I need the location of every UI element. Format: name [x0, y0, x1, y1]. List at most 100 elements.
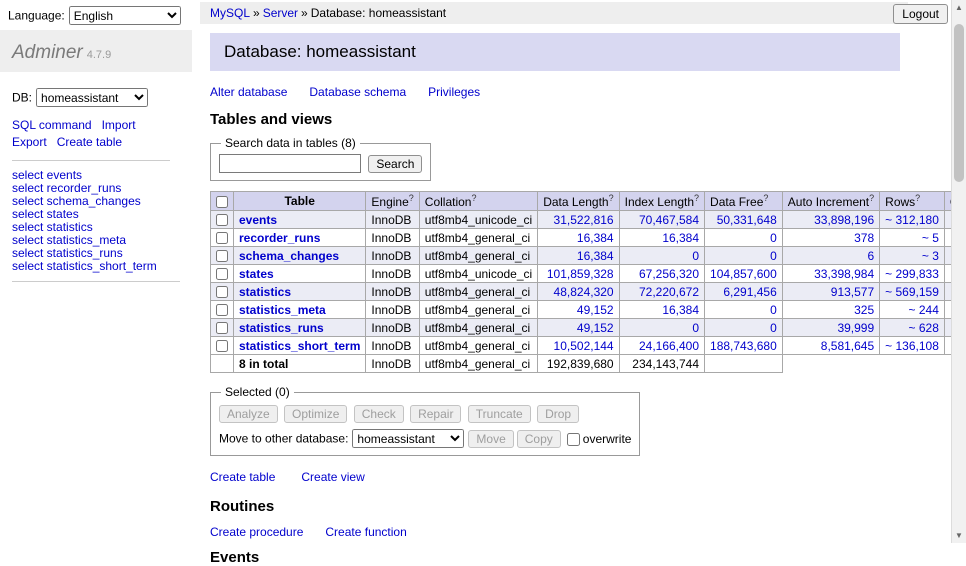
drop-button[interactable]: Drop — [537, 405, 579, 423]
data-free-link[interactable]: 0 — [770, 249, 777, 263]
language-select[interactable]: English — [69, 6, 181, 25]
create-procedure-link[interactable]: Create procedure — [210, 525, 303, 539]
data-length-link[interactable]: 49,152 — [577, 303, 614, 317]
data-free-link[interactable]: 104,857,600 — [710, 267, 777, 281]
move-button[interactable]: Move — [468, 430, 513, 448]
auto-increment-link[interactable]: 378 — [854, 231, 874, 245]
data-free-link[interactable]: 188,743,680 — [710, 339, 777, 353]
analyze-button[interactable]: Analyze — [219, 405, 278, 423]
data-free-link[interactable]: 6,291,456 — [723, 285, 776, 299]
create-function-link[interactable]: Create function — [325, 525, 406, 539]
privileges-link[interactable]: Privileges — [428, 85, 480, 99]
rows-count-link[interactable]: ~ 569,159 — [885, 285, 939, 299]
table-link[interactable]: statistics — [239, 285, 291, 299]
sidebar-export-link[interactable]: Export — [12, 134, 47, 151]
copy-button[interactable]: Copy — [517, 430, 561, 448]
create-table-link[interactable]: Create table — [210, 470, 275, 484]
database-schema-link[interactable]: Database schema — [309, 85, 406, 99]
sidebar-import-link[interactable]: Import — [102, 117, 136, 134]
auto-increment-link[interactable]: 913,577 — [831, 285, 874, 299]
index-length-link[interactable]: 16,384 — [662, 231, 699, 245]
auto-increment-link[interactable]: 33,898,196 — [814, 213, 874, 227]
row-checkbox[interactable] — [216, 232, 228, 244]
row-checkbox[interactable] — [216, 322, 228, 334]
rows-count-link[interactable]: ~ 312,180 — [885, 213, 939, 227]
app-name[interactable]: Adminer — [12, 42, 83, 63]
optimize-button[interactable]: Optimize — [284, 405, 347, 423]
index-length-link[interactable]: 72,220,672 — [639, 285, 699, 299]
search-button[interactable]: Search — [368, 155, 422, 173]
scrollbar-thumb[interactable] — [954, 24, 964, 182]
sidebar-sql-command-link[interactable]: SQL command — [12, 117, 92, 134]
data-free-link[interactable]: 0 — [770, 303, 777, 317]
sidebar-create-table-link[interactable]: Create table — [57, 134, 122, 151]
alter-database-link[interactable]: Alter database — [210, 85, 287, 99]
auto-increment-link[interactable]: 325 — [854, 303, 874, 317]
repair-button[interactable]: Repair — [410, 405, 461, 423]
table-link[interactable]: statistics_runs — [239, 321, 324, 335]
breadcrumb-mysql-link[interactable]: MySQL — [210, 6, 250, 20]
index-length-link[interactable]: 70,467,584 — [639, 213, 699, 227]
row-checkbox[interactable] — [216, 340, 228, 352]
table-link[interactable]: statistics_meta — [239, 303, 326, 317]
data-length-link[interactable]: 10,502,144 — [554, 339, 614, 353]
check-button[interactable]: Check — [354, 405, 404, 423]
row-checkbox[interactable] — [216, 214, 228, 226]
move-db-select[interactable]: homeassistant — [352, 429, 464, 448]
index-length-link[interactable]: 16,384 — [662, 303, 699, 317]
index-length-link[interactable]: 0 — [692, 249, 699, 263]
overwrite-checkbox[interactable] — [567, 433, 580, 446]
rows-count-link[interactable]: ~ 3 — [922, 249, 939, 263]
auto-increment-help-link[interactable]: ? — [869, 193, 874, 203]
data-free-link[interactable]: 0 — [770, 321, 777, 335]
rows-help-link[interactable]: ? — [915, 193, 920, 203]
rows-count-link[interactable]: ~ 136,108 — [885, 339, 939, 353]
index-length-link[interactable]: 67,256,320 — [639, 267, 699, 281]
data-length-help-link[interactable]: ? — [609, 193, 614, 203]
table-link[interactable]: events — [239, 213, 277, 227]
rows-count-link[interactable]: ~ 5 — [922, 231, 939, 245]
truncate-button[interactable]: Truncate — [468, 405, 531, 423]
table-link[interactable]: states — [239, 267, 274, 281]
row-checkbox[interactable] — [216, 286, 228, 298]
data-length-link[interactable]: 16,384 — [577, 231, 614, 245]
collation-help-link[interactable]: ? — [471, 193, 476, 203]
row-checkbox[interactable] — [216, 268, 228, 280]
data-free-link[interactable]: 50,331,648 — [717, 213, 777, 227]
db-select[interactable]: homeassistant — [36, 88, 148, 107]
scroll-down-arrow-icon[interactable]: ▼ — [952, 528, 966, 543]
collation-cell: utf8mb4_general_ci — [419, 247, 537, 265]
auto-increment-link[interactable]: 39,999 — [837, 321, 874, 335]
table-link[interactable]: recorder_runs — [239, 231, 320, 245]
rows-count-link[interactable]: ~ 299,833 — [885, 267, 939, 281]
breadcrumb-server-link[interactable]: Server — [263, 6, 298, 20]
auto-increment-link[interactable]: 33,398,984 — [814, 267, 874, 281]
data-length-link[interactable]: 16,384 — [577, 249, 614, 263]
data-length-link[interactable]: 101,859,328 — [547, 267, 614, 281]
rows-count-link[interactable]: ~ 628 — [909, 321, 939, 335]
data-length-link[interactable]: 48,824,320 — [554, 285, 614, 299]
row-checkbox[interactable] — [216, 250, 228, 262]
sidebar-item-select-statistics-short-term[interactable]: select statistics_short_term — [12, 260, 180, 273]
engine-help-link[interactable]: ? — [409, 193, 414, 203]
logout-button[interactable]: Logout — [893, 4, 948, 24]
data-length-link[interactable]: 49,152 — [577, 321, 614, 335]
search-input[interactable] — [219, 154, 361, 173]
table-link[interactable]: schema_changes — [239, 249, 339, 263]
table-link[interactable]: statistics_short_term — [239, 339, 360, 353]
index-length-link[interactable]: 0 — [692, 321, 699, 335]
rows-count-link[interactable]: ~ 244 — [909, 303, 939, 317]
overwrite-option[interactable]: overwrite — [567, 432, 632, 446]
create-view-link[interactable]: Create view — [301, 470, 364, 484]
row-checkbox[interactable] — [216, 304, 228, 316]
auto-increment-link[interactable]: 6 — [867, 249, 874, 263]
scroll-up-arrow-icon[interactable]: ▲ — [952, 0, 966, 15]
data-free-help-link[interactable]: ? — [763, 193, 768, 203]
data-length-link[interactable]: 31,522,816 — [554, 213, 614, 227]
data-free-link[interactable]: 0 — [770, 231, 777, 245]
index-length-link[interactable]: 24,166,400 — [639, 339, 699, 353]
auto-increment-link[interactable]: 8,581,645 — [821, 339, 874, 353]
scrollbar[interactable]: ▲ ▼ — [951, 0, 966, 543]
index-length-help-link[interactable]: ? — [694, 193, 699, 203]
check-all-checkbox[interactable] — [216, 196, 228, 208]
